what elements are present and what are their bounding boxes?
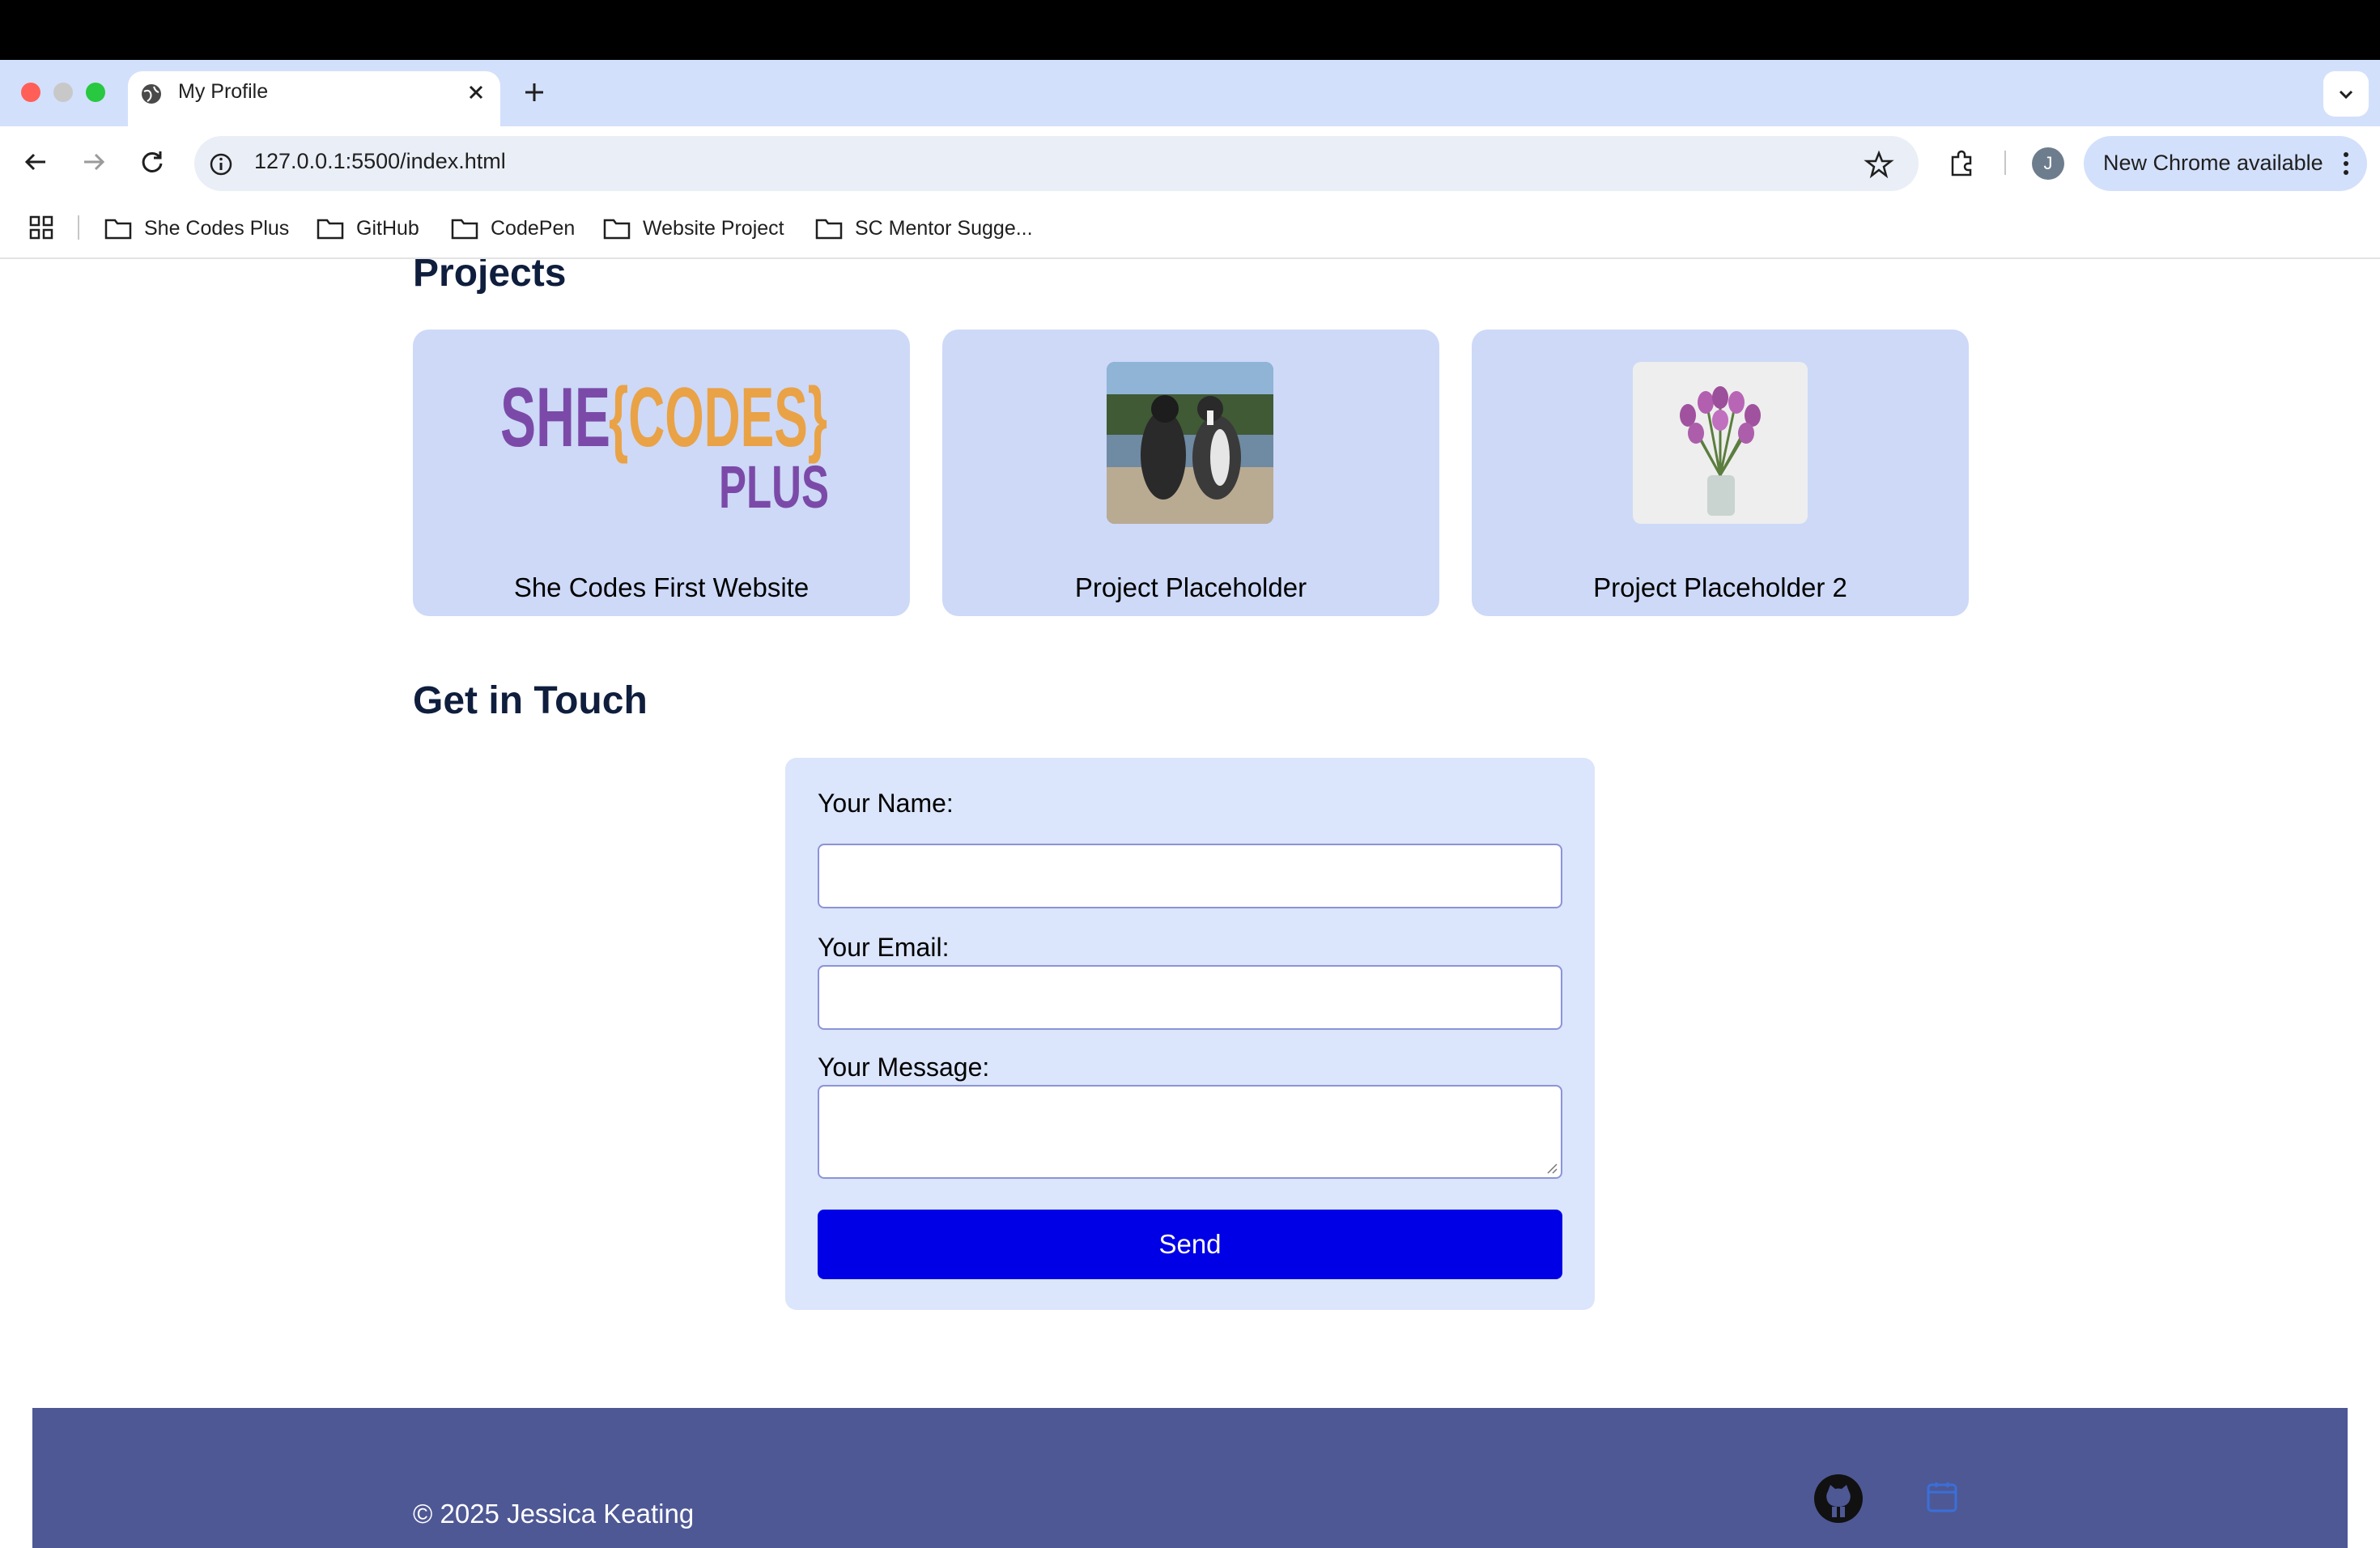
project-card-label: Project Placeholder bbox=[1074, 572, 1307, 602]
project-card-she-codes[interactable]: SHE {CODES} PLUS She Codes First Website bbox=[413, 330, 910, 616]
project-card-label: She Codes First Website bbox=[513, 572, 810, 602]
folder-icon bbox=[603, 219, 631, 240]
page-content: Projects SHE {CODES} PLUS She Codes Firs… bbox=[0, 259, 2380, 1548]
bookmark-label: She Codes Plus bbox=[144, 216, 290, 240]
new-tab-plus-icon[interactable] bbox=[520, 78, 549, 107]
message-label: Your Message: bbox=[818, 1053, 990, 1082]
update-label: New Chrome available bbox=[2103, 151, 2323, 175]
folder-icon bbox=[815, 219, 843, 240]
contact-form: Your Name: Your Email: Your Message: Sen… bbox=[785, 758, 1595, 1310]
footer: © 2025 Jessica Keating bbox=[32, 1408, 2348, 1548]
logo-word-codes: {CODES} bbox=[609, 372, 827, 465]
copyright-text: © 2025 Jessica Keating bbox=[413, 1499, 695, 1529]
system-top-bar bbox=[0, 0, 2380, 60]
forward-arrow-icon[interactable] bbox=[78, 146, 110, 178]
maximize-window-button[interactable] bbox=[86, 83, 105, 102]
logo-word-plus: PLUS bbox=[719, 453, 829, 509]
folder-icon bbox=[451, 219, 478, 240]
chevron-down-icon bbox=[2339, 90, 2353, 100]
close-icon[interactable] bbox=[463, 79, 489, 105]
globe-icon bbox=[142, 84, 161, 104]
back-arrow-icon[interactable] bbox=[19, 146, 52, 178]
send-button[interactable]: Send bbox=[818, 1210, 1562, 1279]
bookmark-label: Website Project bbox=[643, 216, 784, 240]
profile-avatar[interactable]: J bbox=[2032, 147, 2064, 180]
bookmark-she-codes-plus[interactable]: She Codes Plus bbox=[104, 214, 289, 243]
kebab-menu-icon[interactable] bbox=[2333, 149, 2359, 178]
tab-search-button[interactable] bbox=[2323, 71, 2369, 117]
project-card-label: Project Placeholder 2 bbox=[1593, 572, 1847, 602]
name-label: Your Name: bbox=[818, 789, 954, 818]
github-icon[interactable] bbox=[1813, 1474, 1864, 1524]
logo-word-she: SHE bbox=[500, 372, 610, 465]
project-card-placeholder[interactable]: Project Placeholder bbox=[942, 330, 1439, 616]
reload-icon[interactable] bbox=[136, 146, 168, 178]
close-window-button[interactable] bbox=[21, 83, 40, 102]
extensions-puzzle-icon[interactable] bbox=[1946, 147, 1978, 180]
toolbar-divider bbox=[2004, 151, 2006, 175]
bookmark-github[interactable]: GitHub bbox=[316, 214, 419, 243]
calendar-icon[interactable] bbox=[1925, 1480, 1959, 1514]
bookmark-label: CodePen bbox=[491, 216, 576, 240]
projects-heading: Projects bbox=[413, 259, 567, 295]
bookmark-star-icon[interactable] bbox=[1864, 149, 1894, 180]
tulips-photo bbox=[1633, 362, 1808, 524]
minimize-window-button[interactable] bbox=[53, 83, 73, 102]
bookmark-label: GitHub bbox=[356, 216, 419, 240]
message-textarea[interactable] bbox=[818, 1085, 1562, 1179]
name-input[interactable] bbox=[818, 844, 1562, 908]
bookmark-label: SC Mentor Sugge... bbox=[855, 216, 1033, 240]
bookmark-codepen[interactable]: CodePen bbox=[450, 214, 575, 243]
dogs-photo bbox=[1107, 362, 1273, 524]
bookmark-website-project[interactable]: Website Project bbox=[602, 214, 784, 243]
site-info-icon[interactable] bbox=[207, 151, 235, 178]
email-input[interactable] bbox=[818, 965, 1562, 1030]
bookmark-sc-mentor[interactable]: SC Mentor Sugge... bbox=[814, 214, 1033, 243]
folder-icon bbox=[104, 219, 132, 240]
apps-grid-icon[interactable] bbox=[28, 214, 55, 241]
bookmarks-divider bbox=[78, 215, 79, 240]
folder-icon bbox=[317, 219, 344, 240]
she-codes-plus-logo: SHE {CODES} PLUS bbox=[500, 372, 829, 509]
get-in-touch-heading: Get in Touch bbox=[413, 679, 648, 722]
tab-title: My Profile bbox=[178, 80, 269, 103]
project-card-placeholder-2[interactable]: Project Placeholder 2 bbox=[1472, 330, 1969, 616]
resize-handle-icon[interactable] bbox=[1545, 1161, 1558, 1174]
url-text[interactable]: 127.0.0.1:5500/index.html bbox=[254, 149, 506, 174]
email-label: Your Email: bbox=[818, 933, 950, 962]
